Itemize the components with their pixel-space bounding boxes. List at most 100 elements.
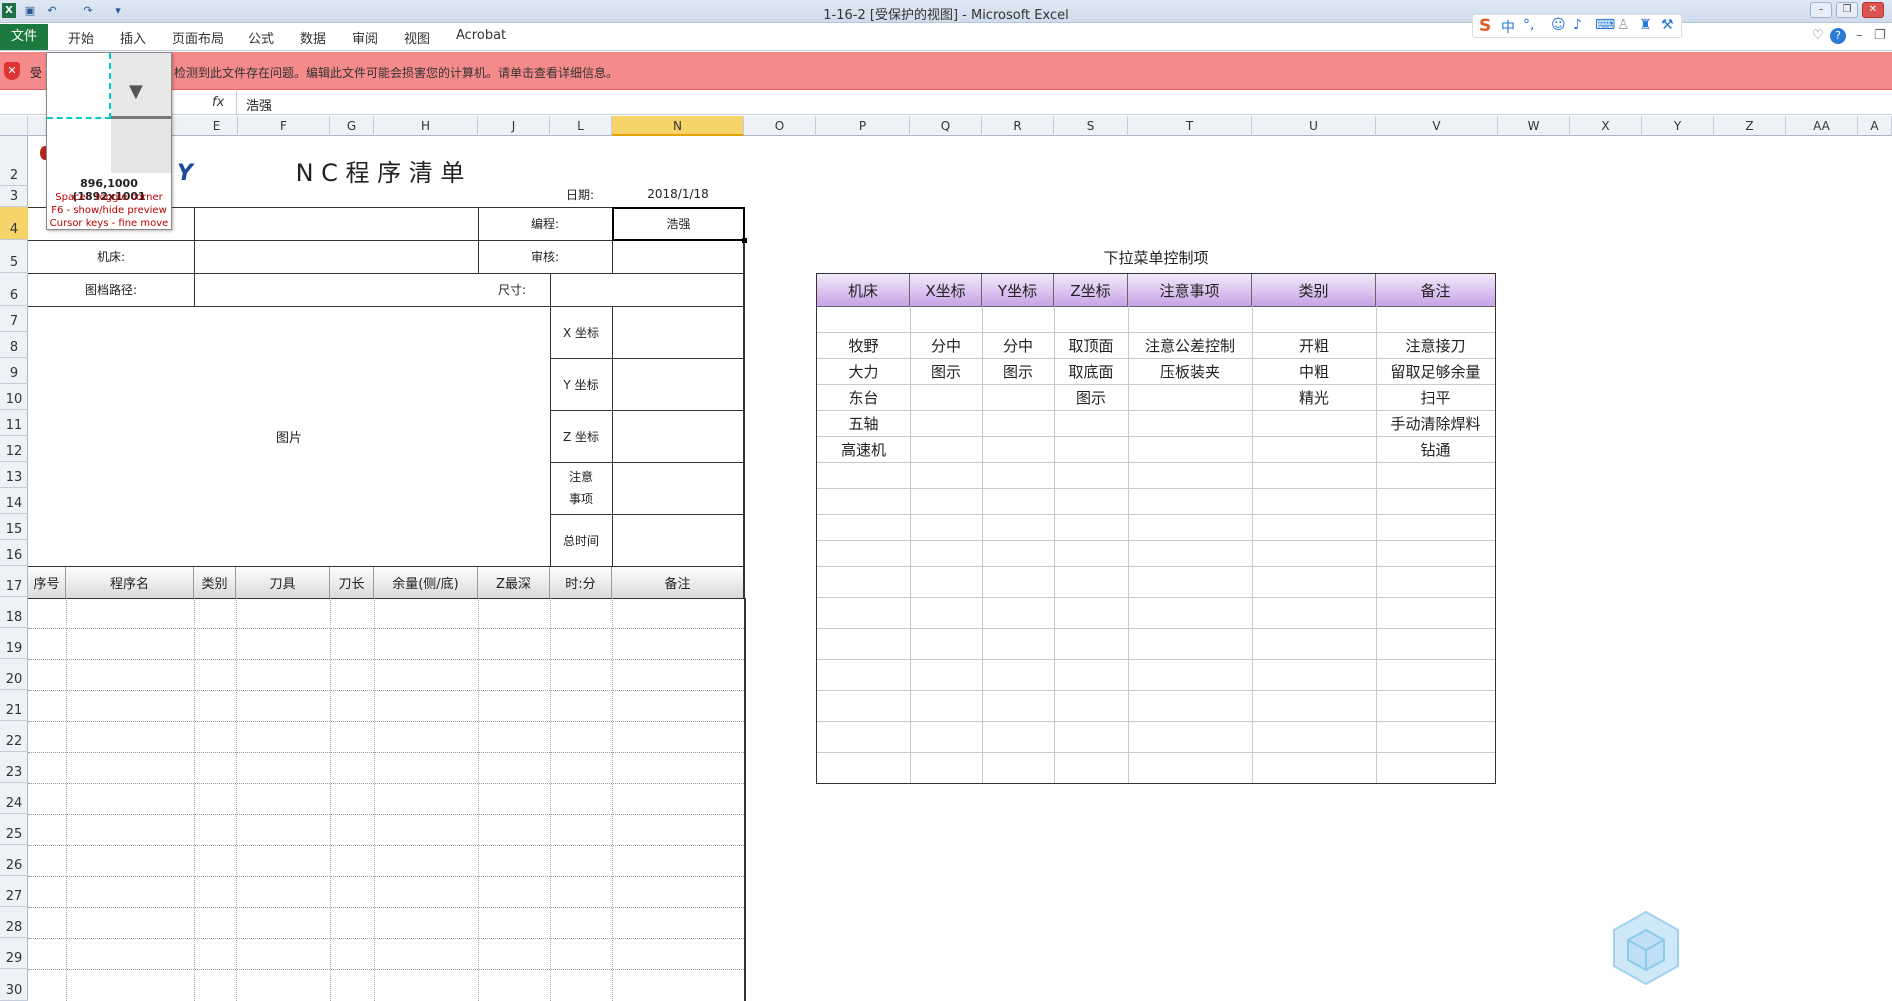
column-header[interactable]: Q bbox=[910, 116, 982, 136]
row-header[interactable]: 19 bbox=[0, 628, 28, 659]
row-header[interactable]: 11 bbox=[0, 410, 28, 436]
row-header-selected[interactable]: 4 bbox=[0, 207, 28, 240]
tab-page-layout[interactable]: 页面布局 bbox=[172, 28, 224, 47]
formula-input[interactable]: 浩强 bbox=[246, 95, 272, 114]
column-header[interactable]: U bbox=[1252, 116, 1376, 136]
sogou-logo-icon[interactable]: S bbox=[1479, 16, 1491, 36]
dd-cell[interactable]: 五轴 bbox=[817, 410, 910, 436]
row-header[interactable]: 17 bbox=[0, 566, 28, 597]
column-header[interactable]: Z bbox=[1714, 116, 1786, 136]
row-header[interactable]: 3 bbox=[0, 186, 28, 207]
ime-punctuation[interactable]: °, bbox=[1523, 17, 1534, 33]
wrench-icon[interactable]: ⚒ bbox=[1661, 17, 1674, 33]
row-header[interactable]: 8 bbox=[0, 332, 28, 358]
tab-data[interactable]: 数据 bbox=[300, 28, 326, 47]
column-header[interactable]: P bbox=[816, 116, 910, 136]
column-header[interactable]: AA bbox=[1786, 116, 1858, 136]
tab-view[interactable]: 视图 bbox=[404, 28, 430, 47]
column-header[interactable]: H bbox=[374, 116, 478, 136]
warning-message[interactable]: 检测到此文件存在问题。编辑此文件可能会损害您的计算机。请单击查看详细信息。 bbox=[174, 64, 618, 81]
tab-insert[interactable]: 插入 bbox=[120, 28, 146, 47]
dd-cell[interactable]: 分中 bbox=[910, 332, 982, 358]
column-header[interactable]: E bbox=[196, 116, 238, 136]
user-icon[interactable]: ♙ bbox=[1617, 17, 1630, 33]
dd-cell[interactable]: 取底面 bbox=[1054, 358, 1128, 384]
column-header[interactable]: L bbox=[550, 116, 612, 136]
column-header[interactable]: G bbox=[330, 116, 374, 136]
row-header[interactable]: 9 bbox=[0, 358, 28, 384]
dd-cell[interactable]: 中粗 bbox=[1252, 358, 1376, 384]
date-value[interactable]: 2018/1/18 bbox=[612, 184, 744, 204]
dd-cell[interactable]: 东台 bbox=[817, 384, 910, 410]
row-header[interactable]: 7 bbox=[0, 306, 28, 332]
dd-cell[interactable]: 图示 bbox=[910, 358, 982, 384]
column-header[interactable]: O bbox=[744, 116, 816, 136]
column-header[interactable]: R bbox=[982, 116, 1054, 136]
dd-cell[interactable]: 精光 bbox=[1252, 384, 1376, 410]
column-header[interactable]: A bbox=[1858, 116, 1892, 136]
dd-cell[interactable]: 取顶面 bbox=[1054, 332, 1128, 358]
row-header[interactable]: 13 bbox=[0, 462, 28, 488]
column-header[interactable]: V bbox=[1376, 116, 1498, 136]
dd-cell[interactable]: 扫平 bbox=[1376, 384, 1495, 410]
fx-icon[interactable]: fx bbox=[212, 95, 224, 110]
row-header[interactable]: 26 bbox=[0, 845, 28, 876]
column-header[interactable]: X bbox=[1570, 116, 1642, 136]
column-header[interactable]: W bbox=[1498, 116, 1570, 136]
minimize-button[interactable]: – bbox=[1810, 2, 1832, 18]
restore-button[interactable]: ❐ bbox=[1836, 2, 1858, 18]
row-header[interactable]: 29 bbox=[0, 938, 28, 969]
keyboard-icon[interactable]: ⌨ bbox=[1595, 17, 1615, 33]
column-header[interactable]: T bbox=[1128, 116, 1252, 136]
window-restore-icon[interactable]: ❐ bbox=[1874, 28, 1886, 43]
window-min-icon[interactable]: – bbox=[1856, 28, 1863, 43]
column-header[interactable]: S bbox=[1054, 116, 1128, 136]
dd-cell[interactable]: 注意公差控制 bbox=[1128, 332, 1252, 358]
row-header[interactable]: 22 bbox=[0, 721, 28, 752]
row-header[interactable]: 16 bbox=[0, 540, 28, 566]
tab-acrobat[interactable]: Acrobat bbox=[456, 28, 506, 43]
close-button[interactable]: ✕ bbox=[1862, 2, 1884, 18]
row-header[interactable]: 30 bbox=[0, 969, 28, 1001]
ribbon-collapse-icon[interactable]: ♡ bbox=[1812, 28, 1824, 43]
dd-cell[interactable]: 图示 bbox=[1054, 384, 1128, 410]
row-header[interactable]: 18 bbox=[0, 597, 28, 628]
dd-cell[interactable]: 高速机 bbox=[817, 436, 910, 462]
help-icon[interactable]: ? bbox=[1830, 28, 1846, 44]
select-all-corner[interactable] bbox=[0, 116, 28, 136]
row-header[interactable]: 25 bbox=[0, 814, 28, 845]
dd-cell[interactable]: 分中 bbox=[982, 332, 1054, 358]
row-header[interactable]: 14 bbox=[0, 488, 28, 514]
dd-cell[interactable]: 开粗 bbox=[1252, 332, 1376, 358]
row-header[interactable]: 27 bbox=[0, 876, 28, 907]
column-header-selected[interactable]: N bbox=[612, 116, 744, 136]
dd-cell[interactable]: 注意接刀 bbox=[1376, 332, 1495, 358]
row-header[interactable]: 6 bbox=[0, 273, 28, 306]
microphone-icon[interactable]: ♪ bbox=[1573, 17, 1582, 33]
dd-cell[interactable]: 图示 bbox=[982, 358, 1054, 384]
column-header[interactable]: F bbox=[238, 116, 330, 136]
row-header[interactable]: 2 bbox=[0, 136, 28, 186]
programmer-value[interactable]: 浩强 bbox=[612, 207, 745, 240]
tab-home[interactable]: 开始 bbox=[68, 28, 94, 47]
row-header[interactable]: 15 bbox=[0, 514, 28, 540]
tab-review[interactable]: 审阅 bbox=[352, 28, 378, 47]
dd-cell[interactable]: 大力 bbox=[817, 358, 910, 384]
row-header[interactable]: 12 bbox=[0, 436, 28, 462]
row-header[interactable]: 21 bbox=[0, 690, 28, 721]
row-header[interactable]: 5 bbox=[0, 240, 28, 273]
protected-view-warning[interactable]: ✕ 受 检测到此文件存在问题。编辑此文件可能会损害您的计算机。请单击查看详细信息… bbox=[0, 52, 1892, 90]
row-header[interactable]: 10 bbox=[0, 384, 28, 410]
tab-formulas[interactable]: 公式 bbox=[248, 28, 274, 47]
emoji-icon[interactable]: ☺ bbox=[1551, 17, 1566, 33]
dd-cell[interactable]: 牧野 bbox=[817, 332, 910, 358]
ime-language[interactable]: 中 bbox=[1501, 17, 1515, 37]
column-header[interactable]: Y bbox=[1642, 116, 1714, 136]
row-header[interactable]: 23 bbox=[0, 752, 28, 783]
dd-cell[interactable]: 留取足够余量 bbox=[1376, 358, 1495, 384]
dd-cell[interactable]: 手动清除焊料 bbox=[1376, 410, 1495, 436]
column-header[interactable]: J bbox=[478, 116, 550, 136]
tab-file[interactable]: 文件 bbox=[0, 24, 48, 50]
dd-cell[interactable]: 压板装夹 bbox=[1128, 358, 1252, 384]
row-header[interactable]: 28 bbox=[0, 907, 28, 938]
